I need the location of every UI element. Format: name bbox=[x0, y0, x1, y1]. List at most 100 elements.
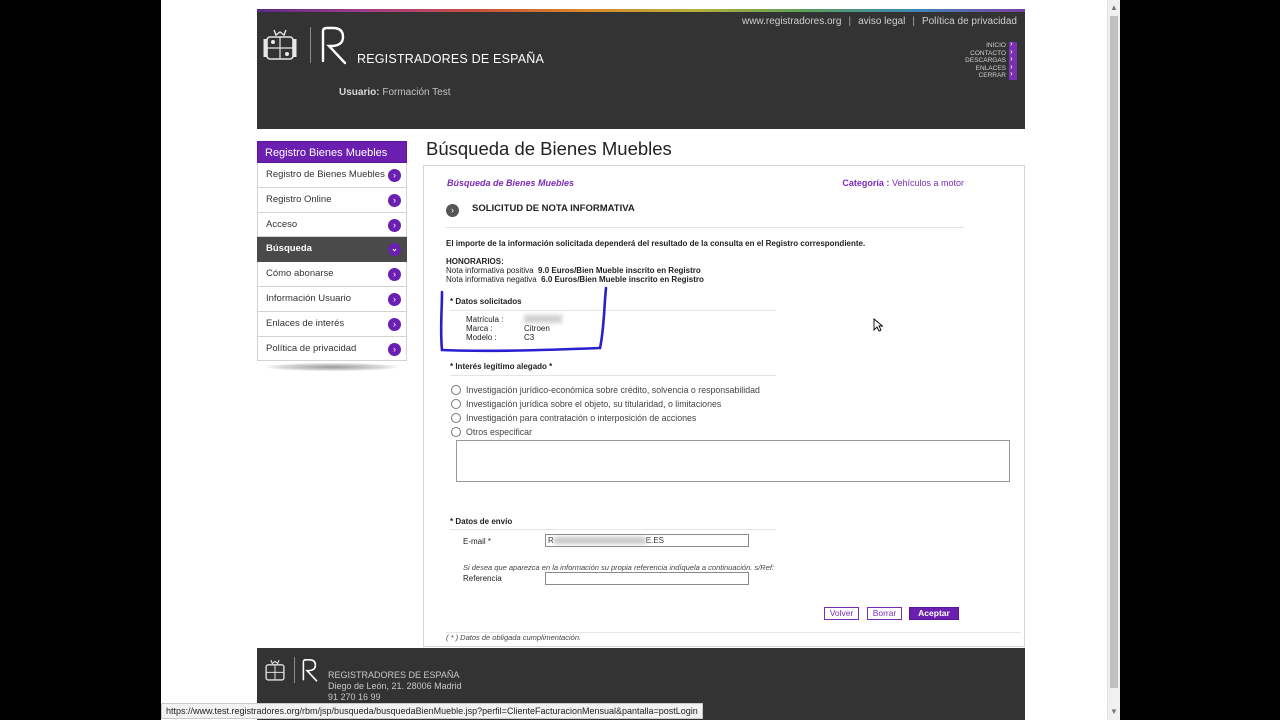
site-header: REGISTRADORES DE ESPAÑA www.registradore… bbox=[257, 9, 1025, 129]
divider bbox=[450, 529, 776, 530]
interes-option-objeto[interactable]: Investigación jurídica sobre el objeto, … bbox=[451, 399, 721, 409]
top-link-separator: | bbox=[848, 16, 852, 27]
header-menu-label: CERRAR bbox=[978, 72, 1006, 79]
nav-title: Registro Bienes Muebles bbox=[257, 141, 407, 163]
otros-especificar-textarea[interactable] bbox=[456, 440, 1010, 482]
chevron-right-icon: › bbox=[446, 204, 459, 217]
email-label: E-mail * bbox=[463, 537, 492, 546]
referencia-note: Si desea que aparezca en la información … bbox=[463, 563, 775, 572]
email-value-redacted bbox=[553, 537, 646, 545]
nav-item-registro-online[interactable]: Registro Online › bbox=[257, 187, 407, 213]
categoria: Categoría : Vehículos a motor bbox=[842, 178, 964, 188]
nav-item-label: Registro de Bienes Muebles bbox=[266, 169, 385, 180]
header-color-stripe bbox=[257, 9, 1025, 12]
datos-envio-title: * Datos de envío bbox=[450, 517, 513, 526]
nav-item-label: Enlaces de interés bbox=[266, 317, 345, 329]
email-field[interactable]: R E.ES bbox=[545, 534, 749, 547]
importe-notice: El importe de la información solicitada … bbox=[446, 239, 866, 248]
brand-name: REGISTRADORES DE ESPAÑA bbox=[357, 52, 545, 66]
nav-item-politica-privacidad[interactable]: Política de privacidad › bbox=[257, 336, 407, 362]
link-registradores-org[interactable]: www.registradores.org bbox=[742, 16, 841, 27]
registradores-r-logo-icon bbox=[302, 659, 318, 682]
chevron-down-icon: ⌄ bbox=[388, 243, 401, 257]
header-menu-label: CONTACTO bbox=[970, 49, 1006, 57]
nav-item-como-abonarse[interactable]: Cómo abonarse › bbox=[257, 262, 407, 287]
categoria-value: Vehículos a motor bbox=[891, 178, 964, 188]
nav-item-busqueda[interactable]: Búsqueda ⌄ bbox=[257, 237, 407, 263]
top-links: www.registradores.org | aviso legal | Políti… bbox=[742, 16, 1017, 27]
solicitud-title: SOLICITUD DE NOTA INFORMATIVA bbox=[472, 203, 635, 214]
registradores-r-logo-icon bbox=[321, 26, 347, 65]
email-value-end: E.ES bbox=[645, 536, 665, 545]
current-user: Usuario: Formación Test bbox=[339, 87, 451, 98]
chevron-right-icon: › bbox=[388, 218, 401, 232]
divider bbox=[446, 227, 964, 228]
hand-drawn-highlight-mark bbox=[439, 286, 608, 353]
scroll-up-arrow-icon[interactable]: ▲ bbox=[1108, 2, 1120, 14]
footer-contact: REGISTRADORES DE ESPAÑA Diego de León, 2… bbox=[328, 670, 462, 703]
page-title: Búsqueda de Bienes Muebles bbox=[426, 138, 672, 159]
aceptar-button[interactable]: Aceptar bbox=[909, 607, 959, 620]
radio-button[interactable] bbox=[451, 427, 461, 437]
section-crumb: Búsqueda de Bienes Muebles bbox=[447, 178, 575, 188]
browser-viewport: REGISTRADORES DE ESPAÑA www.registradore… bbox=[161, 0, 1107, 720]
referencia-input[interactable] bbox=[545, 572, 749, 585]
categoria-label: Categoría : bbox=[842, 178, 890, 188]
nav-shadow bbox=[267, 363, 397, 372]
chevron-right-icon: › bbox=[388, 193, 401, 207]
referencia-label: Referencia bbox=[463, 574, 502, 583]
nav-item-label: Acceso bbox=[266, 218, 298, 230]
nav-item-label: Política de privacidad bbox=[266, 342, 357, 354]
honorarios-positiva-label: Nota informativa positiva bbox=[446, 266, 534, 275]
header-menu-label: ENLACES bbox=[975, 64, 1006, 72]
footer-logo-divider bbox=[294, 657, 295, 683]
borrar-button[interactable]: Borrar bbox=[867, 607, 902, 620]
interes-option-label: Investigación jurídica sobre el objeto, … bbox=[466, 399, 722, 409]
chevron-right-icon bbox=[1009, 70, 1017, 80]
nav-item-informacion-usuario[interactable]: Información Usuario › bbox=[257, 286, 407, 312]
mouse-cursor-icon bbox=[873, 318, 883, 332]
nav-item-label: Información Usuario bbox=[266, 292, 352, 304]
nav-item-enlaces-interes[interactable]: Enlaces de interés › bbox=[257, 311, 407, 337]
honorarios-positiva-value: 9.0 Euros/Bien Mueble inscrito en Regist… bbox=[538, 266, 701, 275]
chevron-right-icon: › bbox=[388, 292, 401, 306]
interes-option-otros[interactable]: Otros especificar bbox=[451, 427, 532, 437]
divider bbox=[450, 375, 776, 376]
footer-phone: 91 270 16 99 bbox=[328, 692, 381, 702]
volver-button[interactable]: Volver bbox=[824, 607, 859, 620]
nav-item-label: Búsqueda bbox=[266, 243, 312, 255]
nav-item-registro-bienes-muebles[interactable]: Registro de Bienes Muebles › bbox=[257, 163, 407, 188]
required-fields-note: ( * ) Datos de obligada cumplimentación. bbox=[446, 633, 582, 642]
interes-option-contratacion[interactable]: Investigación para contratación o interp… bbox=[451, 413, 696, 423]
header-menu-cerrar[interactable]: CERRAR bbox=[965, 70, 1017, 80]
interes-option-label: Investigación para contratación o interp… bbox=[466, 413, 697, 423]
scrollbar-thumb[interactable] bbox=[1110, 16, 1118, 688]
vertical-scrollbar[interactable]: ▲ ▼ bbox=[1107, 0, 1120, 720]
header-menu-label: DESCARGAS bbox=[965, 57, 1006, 64]
honorarios-negativa-label: Nota informativa negativa bbox=[446, 275, 537, 284]
interes-legitimo-title: * Interés legítimo alegado * bbox=[450, 362, 553, 371]
footer-address: Diego de León, 21. 28006 Madrid bbox=[328, 681, 462, 691]
browser-status-bar: https://www.test.registradores.org/rbm/j… bbox=[161, 703, 703, 719]
chevron-right-icon: › bbox=[388, 342, 401, 356]
radio-button[interactable] bbox=[451, 399, 461, 409]
top-link-separator: | bbox=[912, 16, 915, 27]
chevron-right-icon: › bbox=[388, 169, 401, 182]
usuario-label: Usuario: bbox=[339, 87, 380, 98]
request-form: Búsqueda de Bienes Muebles Categoría : V… bbox=[423, 165, 1025, 647]
header-logo-divider bbox=[310, 27, 311, 63]
left-navigation: Registro Bienes Muebles Registro de Bien… bbox=[257, 141, 407, 372]
interes-option-credito[interactable]: Investigación jurídico-económica sobre c… bbox=[451, 385, 760, 395]
interes-option-label: Otros especificar bbox=[466, 427, 532, 437]
honorarios-negativa-value: 6.0 Euros/Bien Mueble inscrito en Regist… bbox=[541, 275, 704, 284]
link-aviso-legal[interactable]: aviso legal bbox=[858, 16, 905, 27]
radio-button[interactable] bbox=[451, 413, 461, 423]
interes-option-label: Investigación jurídico-económica sobre c… bbox=[466, 385, 760, 395]
link-politica-privacidad[interactable]: Política de privacidad bbox=[922, 16, 1017, 27]
radio-button[interactable] bbox=[451, 385, 461, 395]
nav-item-acceso[interactable]: Acceso › bbox=[257, 212, 407, 238]
header-menu-label: INICIO bbox=[986, 42, 1006, 49]
coat-of-arms-icon bbox=[263, 29, 297, 60]
scroll-down-arrow-icon[interactable]: ▼ bbox=[1108, 706, 1120, 718]
chevron-right-icon: › bbox=[388, 317, 401, 331]
